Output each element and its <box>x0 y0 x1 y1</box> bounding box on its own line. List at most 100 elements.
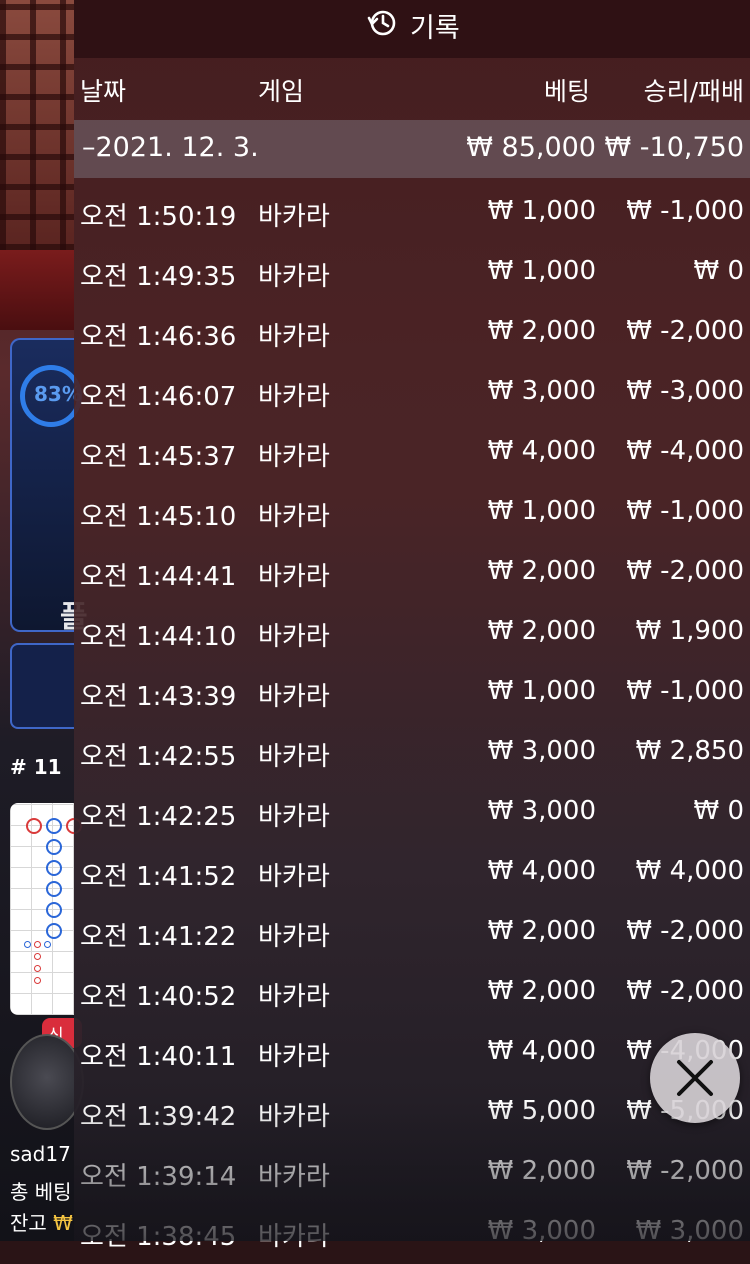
row-bet: ₩ 1,000 <box>487 676 596 706</box>
roadmap-dot <box>34 953 41 960</box>
summary-result-total: ₩ -10,750 <box>604 132 745 163</box>
history-row[interactable]: 오전 1:39:14 바카라 ₩ 2,000 ₩ -2,000 <box>74 1144 750 1204</box>
row-game: 바카라 <box>258 802 330 832</box>
roadmap-board[interactable] <box>10 803 82 1015</box>
row-bet: ₩ 3,000 <box>487 796 596 826</box>
balance-currency: ₩ <box>53 1211 73 1235</box>
row-game: 바카라 <box>258 922 330 952</box>
history-row[interactable]: 오전 1:41:22 바카라 ₩ 2,000 ₩ -2,000 <box>74 904 750 964</box>
row-game: 바카라 <box>258 1162 330 1192</box>
row-bet: ₩ 2,000 <box>487 616 596 646</box>
roadmap-dot <box>34 941 41 948</box>
row-time: 오전 1:44:41 <box>80 562 237 592</box>
row-time: 오전 1:41:22 <box>80 922 237 952</box>
close-icon <box>677 1060 713 1096</box>
history-row[interactable]: 오전 1:42:55 바카라 ₩ 3,000 ₩ 2,850 <box>74 724 750 784</box>
roadmap-dot <box>46 860 62 876</box>
row-result: ₩ -3,000 <box>626 376 744 406</box>
history-list[interactable]: 오전 1:50:19 바카라 ₩ 1,000 ₩ -1,000 오전 1:49:35 바카… <box>74 184 750 1264</box>
history-row[interactable]: 오전 1:50:19 바카라 ₩ 1,000 ₩ -1,000 <box>74 184 750 244</box>
row-result: ₩ -2,000 <box>626 976 744 1006</box>
balance-label-text: 잔고 <box>10 1211 47 1235</box>
dealer-table <box>0 250 74 330</box>
roadmap-dot <box>46 839 62 855</box>
row-bet: ₩ 2,000 <box>487 976 596 1006</box>
history-row[interactable]: 오전 1:49:35 바카라 ₩ 1,000 ₩ 0 <box>74 244 750 304</box>
row-game: 바카라 <box>258 202 330 232</box>
row-result: ₩ 4,000 <box>635 856 744 886</box>
row-time: 오전 1:49:35 <box>80 262 237 292</box>
history-row[interactable]: 오전 1:40:52 바카라 ₩ 2,000 ₩ -2,000 <box>74 964 750 1024</box>
chip-selector-button[interactable] <box>10 1034 84 1130</box>
history-row[interactable]: 오전 1:40:11바카라₩ 4,000₩ -4,000 <box>74 1024 750 1084</box>
row-bet: ₩ 4,000 <box>487 856 596 886</box>
history-icon <box>367 10 396 36</box>
roadmap-dot <box>46 902 62 918</box>
row-game: 바카라 <box>258 502 330 532</box>
row-bet: ₩ 3,000 <box>487 376 596 406</box>
balance-label: 잔고 ₩ <box>10 1207 73 1236</box>
row-time: 오전 1:38:45 <box>80 1222 237 1252</box>
row-bet: ₩ 2,000 <box>487 1156 596 1186</box>
row-bet: ₩ 3,000 <box>487 736 596 766</box>
roadmap-dot <box>46 818 62 834</box>
row-game: 바카라 <box>258 262 330 292</box>
column-header-result: 승리/패배 <box>643 77 744 106</box>
row-time: 오전 1:45:10 <box>80 502 237 532</box>
panel-title: 기록 <box>410 13 460 44</box>
row-game: 바카라 <box>258 622 330 652</box>
row-game: 바카라 <box>258 682 330 712</box>
row-time: 오전 1:43:39 <box>80 682 237 712</box>
row-result: ₩ 2,850 <box>635 736 744 766</box>
history-row[interactable]: 오전 1:42:25 바카라 ₩ 3,000 ₩ 0 <box>74 784 750 844</box>
row-result: ₩ 1,900 <box>635 616 744 646</box>
row-bet: ₩ 1,000 <box>487 196 596 226</box>
row-time: 오전 1:44:10 <box>80 622 237 652</box>
history-row[interactable]: 오전 1:41:52 바카라 ₩ 4,000 ₩ 4,000 <box>74 844 750 904</box>
roadmap-dot <box>46 923 62 939</box>
roadmap-dot <box>34 965 41 972</box>
row-result: ₩ -4,000 <box>626 436 744 466</box>
roadmap-dot <box>26 818 42 834</box>
row-time: 오전 1:41:52 <box>80 862 237 892</box>
row-game: 바카라 <box>258 382 330 412</box>
row-result: ₩ -2,000 <box>626 916 744 946</box>
row-bet: ₩ 2,000 <box>487 556 596 586</box>
history-row[interactable]: 오전 1:38:45 바카라 ₩ 3,000 ₩ 3,000 <box>74 1204 750 1264</box>
row-time: 오전 1:39:42 <box>80 1102 237 1132</box>
close-button[interactable] <box>650 1033 740 1123</box>
row-game: 바카라 <box>258 1222 330 1252</box>
history-panel: 기록 날짜 게임 베팅 승리/패배 –2021. 12. 3. ₩ 85,000… <box>74 0 750 1252</box>
row-bet: ₩ 4,000 <box>487 1036 596 1066</box>
row-result: ₩ -1,000 <box>626 496 744 526</box>
roadmap-dot <box>44 941 51 948</box>
history-row[interactable]: 오전 1:45:10 바카라 ₩ 1,000 ₩ -1,000 <box>74 484 750 544</box>
row-game: 바카라 <box>258 1042 330 1072</box>
row-game: 바카라 <box>258 982 330 1012</box>
history-row[interactable]: 오전 1:39:42바카라₩ 5,000₩ -5,000 <box>74 1084 750 1144</box>
row-result: ₩ -2,000 <box>626 316 744 346</box>
history-row[interactable]: 오전 1:46:36 바카라 ₩ 2,000 ₩ -2,000 <box>74 304 750 364</box>
row-result: ₩ -1,000 <box>626 676 744 706</box>
row-result: ₩ 3,000 <box>635 1216 744 1246</box>
username: sad17 <box>10 1142 71 1166</box>
player-pair-area[interactable] <box>10 643 74 729</box>
row-result: ₩ 0 <box>693 796 744 826</box>
row-time: 오전 1:42:55 <box>80 742 237 772</box>
history-row[interactable]: 오전 1:44:41 바카라 ₩ 2,000 ₩ -2,000 <box>74 544 750 604</box>
row-time: 오전 1:46:07 <box>80 382 237 412</box>
roadmap-dot <box>46 881 62 897</box>
row-game: 바카라 <box>258 442 330 472</box>
summary-date: –2021. 12. 3. <box>82 132 259 163</box>
row-time: 오전 1:39:14 <box>80 1162 237 1192</box>
row-game: 바카라 <box>258 322 330 352</box>
total-bet-label: 총 베팅 <box>10 1180 72 1204</box>
history-row[interactable]: 오전 1:45:37 바카라 ₩ 4,000 ₩ -4,000 <box>74 424 750 484</box>
row-result: ₩ -2,000 <box>626 556 744 586</box>
history-row[interactable]: 오전 1:43:39 바카라 ₩ 1,000 ₩ -1,000 <box>74 664 750 724</box>
row-game: 바카라 <box>258 742 330 772</box>
row-game: 바카라 <box>258 1102 330 1132</box>
row-time: 오전 1:40:11 <box>80 1042 237 1072</box>
history-row[interactable]: 오전 1:44:10 바카라 ₩ 2,000 ₩ 1,900 <box>74 604 750 664</box>
history-row[interactable]: 오전 1:46:07 바카라 ₩ 3,000 ₩ -3,000 <box>74 364 750 424</box>
